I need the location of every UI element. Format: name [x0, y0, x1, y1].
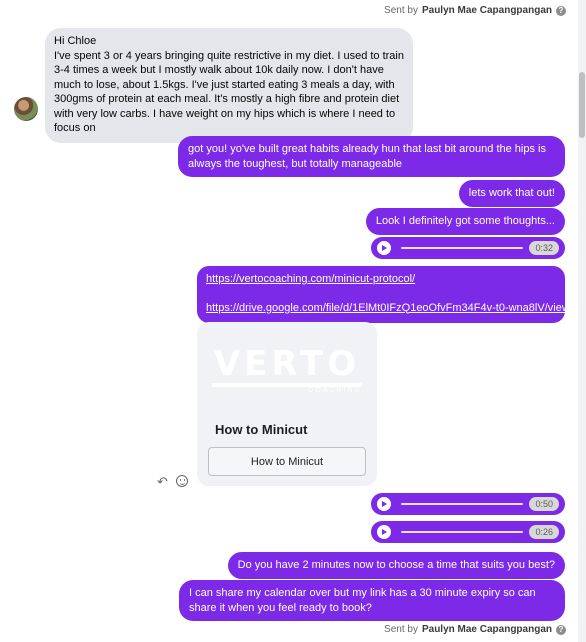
- link-google-drive[interactable]: https://drive.google.com/file/d/1ElMt0IF…: [206, 301, 570, 316]
- outgoing-links-message: https://vertocoaching.com/minicut-protoc…: [197, 266, 570, 323]
- sender-name: Paulyn Mae Capangpangan: [421, 5, 552, 16]
- audio-duration: 0:50: [529, 497, 559, 511]
- play-icon[interactable]: [377, 497, 391, 511]
- scrollbar-thumb[interactable]: [579, 72, 585, 138]
- message-text: lets work that out!: [468, 187, 555, 199]
- logo-underline: COACHING: [212, 383, 362, 394]
- scrollbar[interactable]: [578, 0, 586, 642]
- message-text: Look I definitely got some thoughts...: [375, 215, 555, 227]
- sent-by-label-top: Sent by Paulyn Mae Capangpangan ?: [384, 5, 566, 16]
- outgoing-message: Look I definitely got some thoughts...: [365, 208, 565, 235]
- link-preview-button[interactable]: How to Minicut: [208, 447, 366, 476]
- outgoing-message: Do you have 2 minutes now to choose a ti…: [227, 552, 565, 579]
- incoming-message-text: Hi Chloe I've spent 3 or 4 years bringin…: [54, 35, 404, 134]
- help-icon[interactable]: ?: [556, 5, 566, 16]
- incoming-message: Hi Chloe I've spent 3 or 4 years bringin…: [45, 28, 413, 143]
- voice-message[interactable]: 0:50: [371, 493, 565, 515]
- avatar[interactable]: [14, 97, 38, 121]
- outgoing-message: lets work that out!: [458, 180, 565, 207]
- sent-by-prefix: Sent by: [384, 5, 418, 16]
- reply-icon[interactable]: ↶: [157, 474, 168, 490]
- audio-duration: 0:26: [529, 525, 559, 539]
- outgoing-message: got you! yo've built great habits alread…: [178, 136, 565, 177]
- audio-duration: 0:32: [529, 241, 559, 255]
- audio-progress-track[interactable]: [401, 531, 524, 533]
- play-icon[interactable]: [377, 525, 391, 539]
- link-minicut-protocol[interactable]: https://vertocoaching.com/minicut-protoc…: [206, 272, 555, 287]
- message-text: Do you have 2 minutes now to choose a ti…: [237, 559, 555, 571]
- audio-progress-track[interactable]: [401, 247, 524, 249]
- message-text: got you! yo've built great habits alread…: [188, 143, 546, 170]
- sent-by-label-bottom: Sent by Paulyn Mae Capangpangan ?: [384, 624, 566, 635]
- voice-message[interactable]: 0:32: [371, 237, 565, 259]
- verto-logo-subtitle: COACHING: [308, 387, 362, 394]
- play-icon[interactable]: [377, 241, 391, 255]
- verto-logo: VERTO: [213, 344, 361, 384]
- link-preview-image: VERTO COACHING: [197, 322, 377, 412]
- link-preview-title: How to Minicut: [215, 422, 308, 437]
- voice-message[interactable]: 0:26: [371, 521, 565, 543]
- link-preview-card[interactable]: VERTO COACHING How to Minicut How to Min…: [197, 322, 377, 486]
- sender-name: Paulyn Mae Capangpangan: [421, 624, 552, 635]
- emoji-react-icon[interactable]: [176, 475, 188, 487]
- help-icon[interactable]: ?: [556, 624, 566, 635]
- sent-by-prefix: Sent by: [384, 624, 418, 635]
- message-text: I can share my calendar over but my link…: [189, 587, 536, 614]
- outgoing-message: I can share my calendar over but my link…: [179, 580, 565, 621]
- audio-progress-track[interactable]: [401, 503, 524, 505]
